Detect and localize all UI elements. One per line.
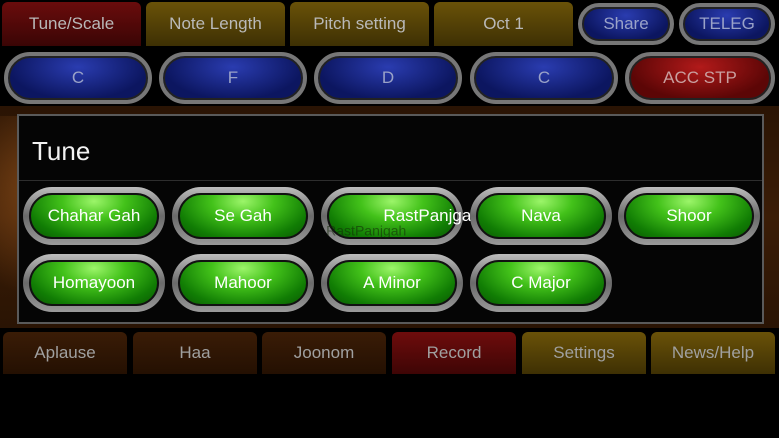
teleg-button-label: TELEG (699, 14, 755, 33)
dialog-separator (19, 180, 762, 181)
tune-option-nava[interactable]: Nava (470, 187, 612, 245)
tune-option-label: Nava (521, 206, 561, 225)
record-button[interactable]: Record (392, 332, 516, 374)
record-button-label: Record (426, 343, 482, 362)
tune-option-label: Shoor (666, 206, 712, 225)
tab-haa-label: Haa (179, 343, 211, 362)
tab-haa[interactable]: Haa (133, 332, 257, 374)
tab-aplause[interactable]: Aplause (3, 332, 127, 374)
key-button-row: C F D C ACC STP (0, 50, 779, 106)
share-button[interactable]: Share (578, 3, 674, 45)
tab-news-help[interactable]: News/Help (651, 332, 775, 374)
key-button-2-label: F (227, 68, 239, 87)
teleg-button[interactable]: TELEG (679, 3, 775, 45)
tune-option-homayoon[interactable]: Homayoon (23, 254, 165, 312)
acc-stop-button[interactable]: ACC STP (625, 52, 775, 104)
top-tab-bar: Tune/Scale Note Length Pitch setting Oct… (0, 0, 779, 48)
key-button-4[interactable]: C (470, 52, 618, 104)
tune-option-label: Mahoor (214, 273, 272, 292)
key-button-3[interactable]: D (314, 52, 462, 104)
tune-option-label: A Minor (363, 273, 421, 292)
tab-tune-scale[interactable]: Tune/Scale (2, 2, 141, 46)
tab-octave[interactable]: Oct 1 (434, 2, 573, 46)
tab-pitch-setting-label: Pitch setting (313, 14, 406, 33)
share-button-label: Share (603, 14, 649, 33)
tune-option-label: Se Gah (214, 206, 272, 225)
tab-news-help-label: News/Help (671, 343, 755, 362)
bottom-tab-bar: Aplause Haa Joonom Record Settings News/… (0, 332, 779, 376)
tab-pitch-setting[interactable]: Pitch setting (290, 2, 429, 46)
key-button-1-label: C (71, 68, 85, 87)
key-button-4-label: C (537, 68, 551, 87)
tab-joonom[interactable]: Joonom (262, 332, 386, 374)
tune-option-label: RastPanjgah (383, 206, 481, 225)
tab-aplause-label: Aplause (34, 343, 96, 362)
tune-option-label: Chahar Gah (47, 206, 141, 225)
tab-note-length[interactable]: Note Length (146, 2, 285, 46)
tab-joonom-label: Joonom (293, 343, 355, 362)
tab-octave-label: Oct 1 (483, 14, 524, 33)
tab-settings-label: Settings (553, 343, 615, 362)
tab-settings[interactable]: Settings (522, 332, 646, 374)
tune-option-rast-panjgah[interactable]: RastPanjgah RastPanjgah (321, 187, 481, 245)
acc-stop-button-label: ACC STP (663, 68, 737, 87)
key-button-1[interactable]: C (4, 52, 152, 104)
tab-note-length-label: Note Length (169, 14, 262, 33)
tune-option-c-major[interactable]: C Major (470, 254, 612, 312)
key-button-2[interactable]: F (159, 52, 307, 104)
tune-option-se-gah[interactable]: Se Gah (172, 187, 314, 245)
tune-option-shoor[interactable]: Shoor (618, 187, 760, 245)
dialog-title: Tune (32, 136, 91, 166)
tune-option-label: C Major (511, 273, 571, 292)
tune-option-mahoor[interactable]: Mahoor (172, 254, 314, 312)
tune-dialog: Tune Chahar Gah Se Gah RastPanjgah RastP… (17, 114, 764, 324)
tune-option-a-minor[interactable]: A Minor (321, 254, 463, 312)
key-button-3-label: D (381, 68, 395, 87)
tune-option-chahar-gah[interactable]: Chahar Gah (23, 187, 165, 245)
tune-option-label: Homayoon (52, 273, 136, 292)
tab-tune-scale-label: Tune/Scale (28, 14, 115, 33)
